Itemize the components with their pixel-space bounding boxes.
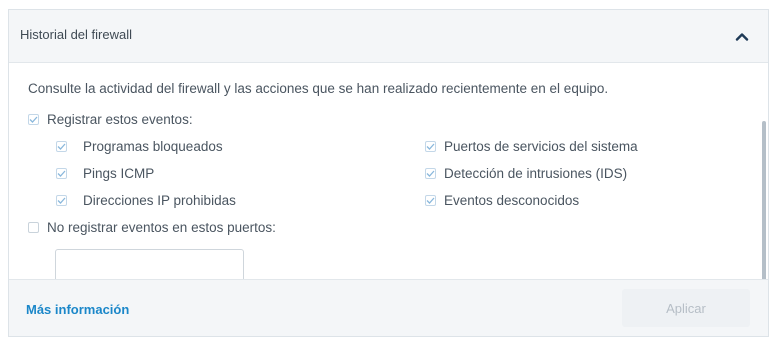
checkmark-icon	[426, 170, 435, 177]
exclude-ports-checkbox-row[interactable]: No registrar eventos en estos puertos:	[28, 220, 276, 235]
blocked-programs-checkbox[interactable]	[56, 141, 67, 152]
event-system-service-ports[interactable]: Puertos de servicios del sistema	[425, 139, 638, 154]
event-intrusion-detection[interactable]: Detección de intrusiones (IDS)	[425, 166, 627, 181]
checkmark-icon	[426, 143, 435, 150]
chevron-up-icon	[735, 32, 749, 41]
more-info-link[interactable]: Más información	[26, 302, 129, 317]
checkmark-icon	[57, 143, 66, 150]
intrusion-detection-label: Detección de intrusiones (IDS)	[444, 166, 628, 181]
panel-footer: Más información Aplicar	[9, 279, 768, 336]
panel-title: Historial del firewall	[20, 27, 132, 42]
checkmark-icon	[57, 197, 66, 204]
banned-ips-label: Direcciones IP prohibidas	[83, 193, 236, 208]
checkmark-icon	[57, 170, 66, 177]
log-events-checkbox-row[interactable]: Registrar estos eventos:	[28, 112, 193, 127]
log-events-checkbox[interactable]	[28, 114, 39, 125]
banned-ips-checkbox[interactable]	[56, 195, 67, 206]
exclude-ports-checkbox[interactable]	[28, 222, 39, 233]
checkmark-icon	[426, 197, 435, 204]
panel-header[interactable]: Historial del firewall	[9, 10, 768, 63]
intrusion-detection-checkbox[interactable]	[425, 168, 436, 179]
checkmark-icon	[29, 116, 38, 123]
system-service-ports-checkbox[interactable]	[425, 141, 436, 152]
content-scrollbar[interactable]	[762, 121, 766, 282]
exclude-ports-label: No registrar eventos en estos puertos:	[47, 220, 276, 235]
log-events-label: Registrar estos eventos:	[47, 112, 193, 127]
icmp-pings-checkbox[interactable]	[56, 168, 67, 179]
firewall-history-panel: Historial del firewall Consulte la activ…	[8, 9, 769, 337]
blocked-programs-label: Programas bloqueados	[83, 139, 223, 154]
system-service-ports-label: Puertos de servicios del sistema	[444, 139, 638, 154]
event-unknown-events[interactable]: Eventos desconocidos	[425, 193, 579, 208]
unknown-events-checkbox[interactable]	[425, 195, 436, 206]
ports-input[interactable]	[55, 249, 244, 282]
collapse-button[interactable]	[728, 22, 756, 50]
panel-content: Consulte la actividad del firewall y las…	[9, 63, 768, 282]
description-text: Consulte la actividad del firewall y las…	[28, 81, 609, 96]
unknown-events-label: Eventos desconocidos	[444, 193, 580, 208]
icmp-pings-label: Pings ICMP	[83, 166, 155, 181]
apply-button[interactable]: Aplicar	[622, 289, 750, 327]
event-blocked-programs[interactable]: Programas bloqueados	[56, 139, 223, 154]
event-icmp-pings[interactable]: Pings ICMP	[56, 166, 154, 181]
event-banned-ips[interactable]: Direcciones IP prohibidas	[56, 193, 236, 208]
